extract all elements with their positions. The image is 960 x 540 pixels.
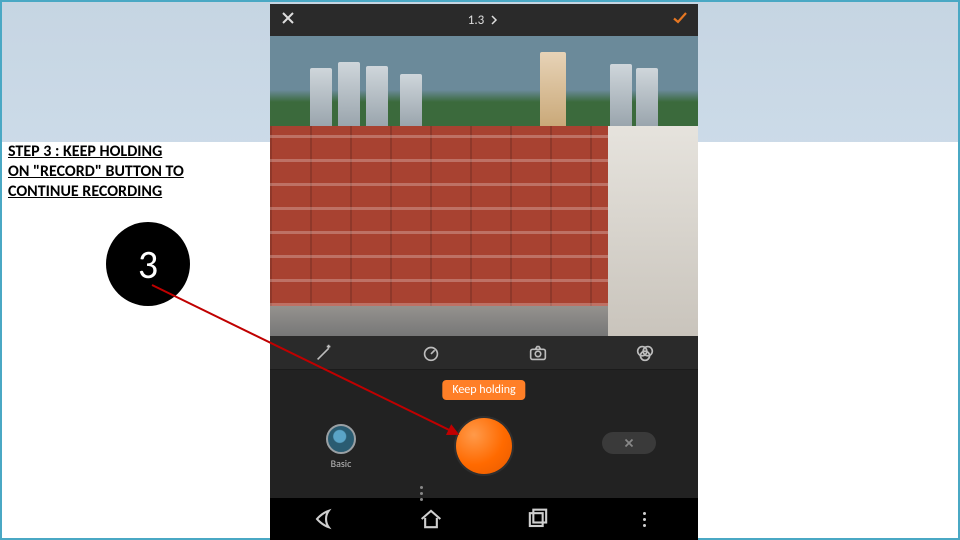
vertical-dots-icon — [643, 512, 646, 527]
slide: STEP 3 : KEEP HOLDING ON "RECORD" BUTTON… — [0, 0, 960, 540]
step-instruction-text: STEP 3 : KEEP HOLDING ON "RECORD" BUTTON… — [8, 142, 218, 202]
record-button[interactable] — [456, 418, 512, 474]
close-icon — [622, 436, 636, 450]
wand-icon[interactable] — [313, 342, 335, 364]
android-nav-bar — [270, 498, 698, 540]
camera-tool-row — [270, 336, 698, 370]
filter-icon[interactable] — [634, 342, 656, 364]
back-button[interactable] — [310, 505, 338, 533]
zoom-indicator[interactable]: 1.3 — [468, 13, 500, 28]
delete-clip-button[interactable] — [602, 432, 656, 454]
chevron-right-icon — [488, 14, 500, 26]
close-icon[interactable] — [280, 10, 296, 30]
background-buildings — [310, 46, 670, 126]
zoom-value: 1.3 — [468, 13, 484, 28]
phone-screenshot: 1.3 — [270, 4, 698, 540]
speed-icon[interactable] — [420, 342, 442, 364]
camera-top-bar: 1.3 — [270, 4, 698, 36]
camera-viewfinder[interactable] — [270, 36, 698, 336]
home-button[interactable] — [417, 505, 445, 533]
confirm-icon[interactable] — [672, 10, 688, 30]
mode-chip-thumb — [326, 424, 356, 454]
mode-chip[interactable]: Basic — [326, 424, 356, 470]
step-number-badge: 3 — [106, 222, 190, 306]
keep-holding-tooltip: Keep holding — [442, 380, 525, 400]
camera-flip-icon[interactable] — [527, 342, 549, 364]
menu-button[interactable] — [631, 505, 659, 533]
nearby-building — [608, 126, 698, 336]
recent-apps-button[interactable] — [524, 505, 552, 533]
camera-controls: Keep holding Basic — [270, 370, 698, 498]
mode-chip-label: Basic — [326, 457, 356, 470]
more-modes-icon[interactable] — [420, 486, 423, 501]
